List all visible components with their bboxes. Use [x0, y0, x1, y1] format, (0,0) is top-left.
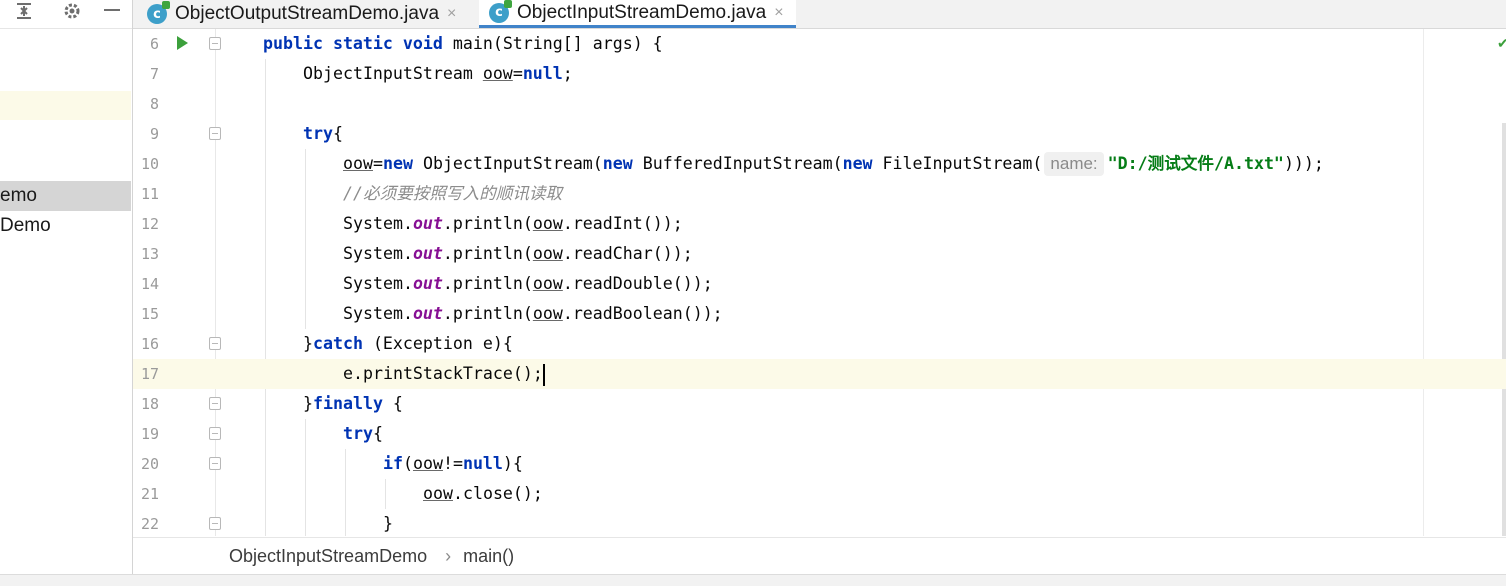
run-icon[interactable] [177, 36, 188, 50]
code-line: 16 }catch (Exception e){ [133, 329, 1506, 359]
line-number: 14 [140, 275, 159, 293]
tree-item-selected[interactable]: emo [0, 181, 131, 211]
gear-icon[interactable] [60, 0, 84, 22]
code-line: 6 public static void main(String[] args)… [133, 29, 1506, 59]
code-text: try{ [303, 124, 343, 143]
breadcrumb-item-method[interactable]: main() [463, 546, 514, 567]
breadcrumb-item-class[interactable]: ObjectInputStreamDemo [229, 546, 427, 567]
code-text: System.out.println(oow.readInt()); [343, 214, 683, 233]
fold-icon[interactable] [209, 337, 221, 350]
tab-label: ObjectInputStreamDemo.java [517, 1, 767, 23]
project-panel: emo Demo [0, 0, 133, 585]
java-class-icon: c [147, 1, 170, 24]
breadcrumb: ObjectInputStreamDemo › main() [133, 537, 1506, 574]
code-text: System.out.println(oow.readDouble()); [343, 274, 713, 293]
code-line: 8 [133, 89, 1506, 119]
fold-icon[interactable] [209, 457, 221, 470]
fold-icon[interactable] [209, 397, 221, 410]
code-line: 20 if(oow!=null){ [133, 449, 1506, 479]
code-text: System.out.println(oow.readBoolean()); [343, 304, 723, 323]
line-number: 8 [149, 95, 159, 113]
line-number: 16 [140, 335, 159, 353]
line-number: 18 [140, 395, 159, 413]
code-text: } [383, 514, 393, 533]
fold-icon[interactable] [209, 427, 221, 440]
status-bar [0, 574, 1506, 586]
code-line: 14 System.out.println(oow.readDouble()); [133, 269, 1506, 299]
code-line: 12 System.out.println(oow.readInt()); [133, 209, 1506, 239]
code-line: 21 oow.close(); [133, 479, 1506, 509]
code-text: }catch (Exception e){ [303, 334, 513, 353]
editor-tab-bar: c ObjectOutputStreamDemo.java × c Object… [133, 0, 1506, 29]
line-number: 21 [140, 485, 159, 503]
fold-icon[interactable] [209, 127, 221, 140]
line-number: 12 [140, 215, 159, 233]
code-text: try{ [343, 424, 383, 443]
line-number: 7 [149, 65, 159, 83]
code-comment: //必须要按照写入的顺讯读取 [343, 184, 563, 203]
breadcrumb-separator: › [445, 545, 452, 566]
fold-icon[interactable] [209, 37, 221, 50]
text-caret [542, 363, 545, 386]
code-text: ObjectInputStream oow=null; [303, 64, 573, 83]
fold-icon[interactable] [209, 517, 221, 530]
tree-item[interactable]: Demo [0, 211, 131, 241]
tree-item-label: Demo [0, 215, 51, 236]
line-number: 10 [140, 155, 159, 173]
tab-label: ObjectOutputStreamDemo.java [175, 3, 440, 24]
code-text: oow=new ObjectInputStream(new BufferedIn… [343, 149, 1324, 179]
line-number: 19 [140, 425, 159, 443]
parameter-hint: name: [1044, 152, 1104, 176]
tab-object-input-stream-demo[interactable]: c ObjectInputStreamDemo.java × [479, 0, 796, 28]
line-number: 11 [140, 185, 159, 203]
code-text: if(oow!=null){ [383, 454, 523, 473]
tree-item-label: emo [0, 185, 37, 206]
code-text: e.printStackTrace(); [343, 359, 545, 389]
code-line: 19 try{ [133, 419, 1506, 449]
line-number: 20 [140, 455, 159, 473]
collapse-all-icon[interactable] [12, 0, 36, 22]
close-icon[interactable]: × [774, 4, 783, 22]
line-number: 13 [140, 245, 159, 263]
code-line: 22 } [133, 509, 1506, 536]
java-class-icon: c [489, 0, 512, 23]
line-number: 17 [140, 365, 159, 383]
code-text: oow.close(); [423, 484, 543, 503]
close-icon[interactable]: × [447, 5, 456, 23]
line-number: 9 [149, 125, 159, 143]
code-line: 7 ObjectInputStream oow=null; [133, 59, 1506, 89]
code-editor[interactable]: ✔ 6 public static void main(String[] arg… [133, 29, 1506, 536]
tree-row-highlight [0, 91, 131, 120]
code-line: 11 //必须要按照写入的顺讯读取 [133, 179, 1506, 209]
code-line: 15 System.out.println(oow.readBoolean())… [133, 299, 1506, 329]
code-text: }finally { [303, 394, 403, 413]
code-line: 9 try{ [133, 119, 1506, 149]
code-line: 10 oow=new ObjectInputStream(new Buffere… [133, 149, 1506, 179]
tab-object-output-stream-demo[interactable]: c ObjectOutputStreamDemo.java × [147, 0, 456, 28]
code-text: System.out.println(oow.readChar()); [343, 244, 693, 263]
code-line: 18 }finally { [133, 389, 1506, 419]
code-line: 13 System.out.println(oow.readChar()); [133, 239, 1506, 269]
code-text: public static void main(String[] args) { [263, 34, 663, 53]
line-number: 6 [149, 35, 159, 53]
line-number: 22 [140, 515, 159, 533]
minimize-icon[interactable] [100, 0, 124, 22]
line-number: 15 [140, 305, 159, 323]
code-line-current: 17 e.printStackTrace(); [133, 359, 1506, 389]
project-toolbar [0, 0, 132, 29]
